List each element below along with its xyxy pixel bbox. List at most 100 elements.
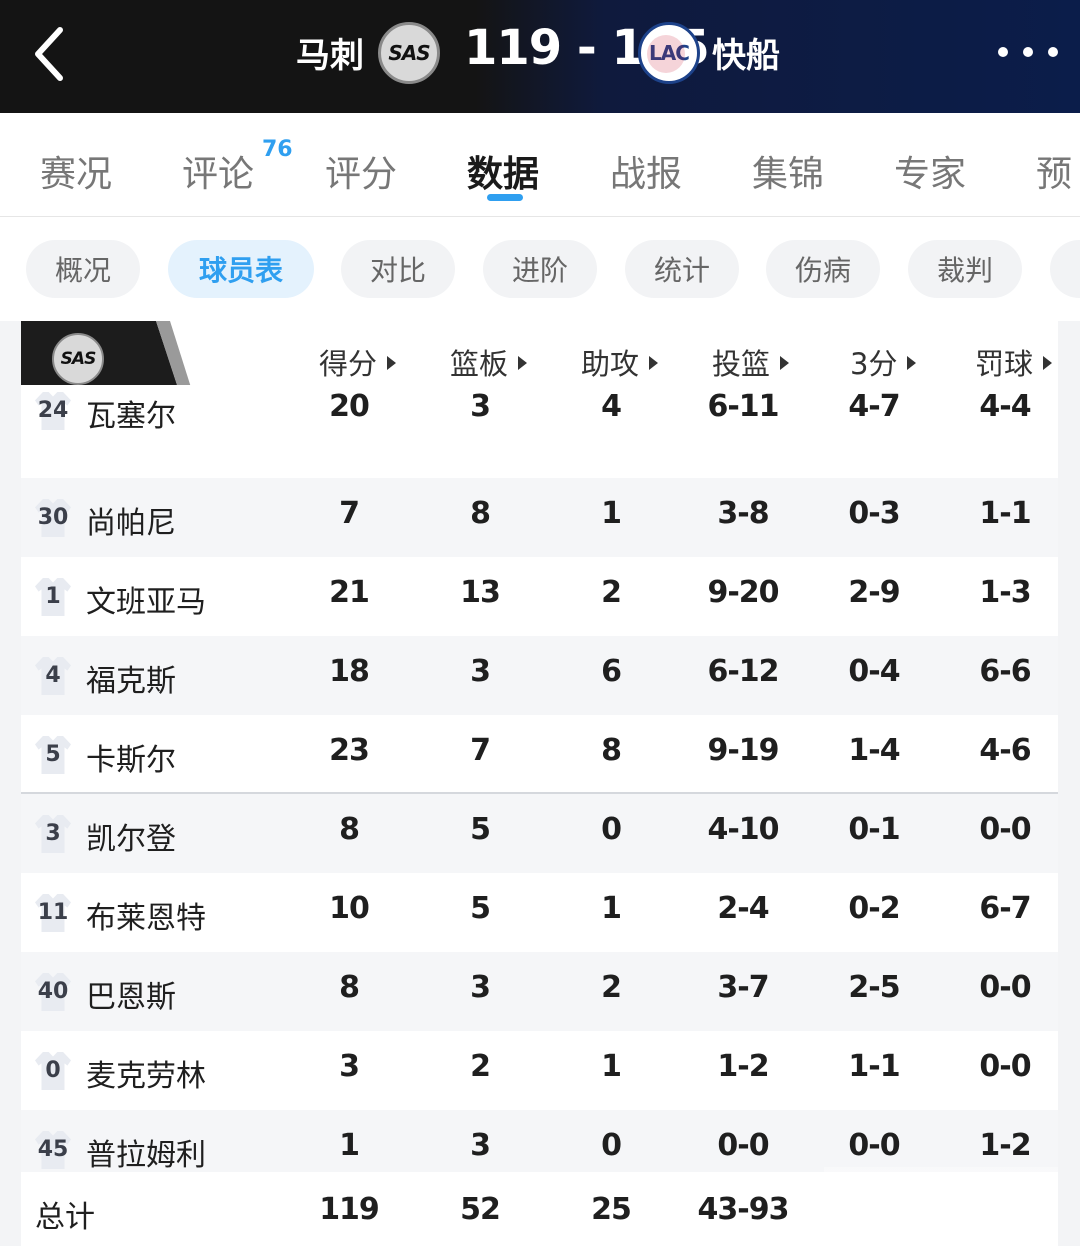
stat-free-throws: 6-7: [979, 891, 1031, 926]
stat-field-goals: 3-8: [717, 496, 769, 531]
stat-assists: 0: [601, 812, 622, 847]
player-stats-table: SAS 得分 篮板 助攻 投篮 3分 罚球 24 瓦塞尔 20 3 4 6-11 4-7 4-…: [21, 321, 1058, 1246]
column-header-points[interactable]: 得分: [319, 341, 397, 383]
column-header-three-pointers[interactable]: 3分: [850, 341, 917, 383]
sub-tab-bar: 概况 球员表 对比 进阶 统计 伤病 裁判: [0, 217, 1080, 321]
stat-points: 20: [329, 389, 370, 424]
stat-field-goals: 4-10: [707, 812, 779, 847]
active-tab-indicator: [487, 194, 523, 201]
table-row[interactable]: 0 麦克劳林 3 2 1 1-2 1-1 0-0: [21, 1031, 1058, 1110]
table-row[interactable]: 1 文班亚马 21 13 2 9-20 2-9 1-3: [21, 557, 1058, 636]
stat-assists: 1: [601, 1049, 622, 1084]
stat-points: 7: [339, 496, 360, 531]
table-row[interactable]: 40 巴恩斯 8 3 2 3-7 2-5 0-0: [21, 952, 1058, 1031]
tab-preview[interactable]: 预: [1036, 145, 1072, 197]
jersey-number-icon: 5: [35, 734, 71, 774]
jersey-number-icon: 45: [35, 1129, 71, 1169]
stat-assists: 1: [601, 496, 622, 531]
away-team-name: 快船: [712, 36, 780, 76]
subtab-injuries[interactable]: 伤病: [766, 240, 880, 298]
stat-three-pointers: 0-3: [848, 496, 900, 531]
column-header-field-goals[interactable]: 投篮: [712, 341, 790, 383]
stat-field-goals: 1-2: [717, 1049, 769, 1084]
sort-arrow-icon: [907, 356, 917, 370]
stat-free-throws: 1-3: [979, 575, 1031, 610]
stat-points: 8: [339, 970, 360, 1005]
stat-rebounds: 2: [470, 1049, 491, 1084]
stat-three-pointers: 0-0: [848, 1128, 900, 1163]
stat-rebounds: 3: [470, 389, 491, 424]
player-name[interactable]: 尚帕尼: [86, 498, 176, 542]
sort-arrow-icon: [518, 356, 528, 370]
column-header-rebounds[interactable]: 篮板: [450, 341, 528, 383]
subtab-compare[interactable]: 对比: [341, 240, 455, 298]
player-name[interactable]: 瓦塞尔: [86, 391, 176, 435]
stat-assists: 2: [601, 970, 622, 1005]
player-name[interactable]: 布莱恩特: [86, 893, 206, 937]
watermark-overlay: [824, 1167, 1058, 1246]
main-tab-bar: 赛况 评论 76 评分 数据 战报 集锦 专家 预: [0, 113, 1080, 217]
table-row[interactable]: 30 尚帕尼 7 8 1 3-8 0-3 1-1: [21, 478, 1058, 557]
stat-free-throws: 6-6: [979, 654, 1031, 689]
player-name[interactable]: 麦克劳林: [86, 1051, 206, 1095]
tab-comments[interactable]: 评论 76: [182, 137, 293, 197]
subtab-advanced[interactable]: 进阶: [483, 240, 597, 298]
stat-points: 3: [339, 1049, 360, 1084]
tab-ratings[interactable]: 评分: [325, 145, 397, 197]
player-name[interactable]: 福克斯: [86, 656, 176, 700]
table-row[interactable]: 11 布莱恩特 10 5 1 2-4 0-2 6-7: [21, 873, 1058, 952]
totals-label: 总计: [35, 1200, 95, 1235]
subtab-more[interactable]: [1050, 240, 1080, 298]
stat-free-throws: 0-0: [979, 970, 1031, 1005]
tab-game-status[interactable]: 赛况: [40, 145, 112, 197]
stat-points: 8: [339, 812, 360, 847]
stat-rebounds: 3: [470, 970, 491, 1005]
more-options-icon[interactable]: [998, 40, 1058, 64]
jersey-number-icon: 0: [35, 1050, 71, 1090]
player-name[interactable]: 文班亚马: [86, 577, 206, 621]
stat-field-goals: 0-0: [717, 1128, 769, 1163]
stat-field-goals: 3-7: [717, 970, 769, 1005]
subtab-statistics[interactable]: 统计: [625, 240, 739, 298]
tab-data[interactable]: 数据: [467, 145, 539, 197]
stat-field-goals: 6-12: [707, 654, 779, 689]
tab-report[interactable]: 战报: [610, 145, 682, 197]
jersey-number-icon: 40: [35, 971, 71, 1011]
subtab-referees[interactable]: 裁判: [908, 240, 1022, 298]
jersey-number-icon: 11: [35, 892, 71, 932]
player-name[interactable]: 凯尔登: [86, 814, 176, 858]
stat-three-pointers: 0-1: [848, 812, 900, 847]
total-points: 119: [319, 1192, 380, 1227]
subtab-overview[interactable]: 概况: [26, 240, 140, 298]
stat-free-throws: 1-1: [979, 496, 1031, 531]
stat-field-goals: 9-20: [707, 575, 779, 610]
stat-free-throws: 0-0: [979, 1049, 1031, 1084]
table-row[interactable]: 4 福克斯 18 3 6 6-12 0-4 6-6: [21, 636, 1058, 715]
stat-three-pointers: 2-5: [848, 970, 900, 1005]
stat-points: 21: [329, 575, 370, 610]
stat-points: 1: [339, 1128, 360, 1163]
table-row[interactable]: 24 瓦塞尔 20 3 4 6-11 4-7 4-4: [21, 385, 1058, 450]
tab-experts[interactable]: 专家: [894, 145, 966, 197]
stat-rebounds: 7: [470, 733, 491, 768]
jersey-number-icon: 4: [35, 655, 71, 695]
tab-highlights[interactable]: 集锦: [752, 145, 824, 197]
stat-three-pointers: 0-2: [848, 891, 900, 926]
subtab-player-stats[interactable]: 球员表: [168, 240, 314, 298]
stat-free-throws: 1-2: [979, 1128, 1031, 1163]
column-header-free-throws[interactable]: 罚球: [975, 341, 1053, 383]
stat-assists: 6: [601, 654, 622, 689]
table-row[interactable]: 3 凯尔登 8 5 0 4-10 0-1 0-0: [21, 794, 1058, 873]
table-row[interactable]: 5 卡斯尔 23 7 8 9-19 1-4 4-6: [21, 715, 1058, 794]
stat-assists: 8: [601, 733, 622, 768]
stat-three-pointers: 1-4: [848, 733, 900, 768]
player-name[interactable]: 普拉姆利: [86, 1130, 206, 1174]
column-header-assists[interactable]: 助攻: [581, 341, 659, 383]
jersey-number-icon: 24: [35, 390, 71, 430]
player-name[interactable]: 卡斯尔: [86, 735, 176, 779]
player-name[interactable]: 巴恩斯: [86, 972, 176, 1016]
stat-field-goals: 6-11: [707, 389, 779, 424]
back-arrow-icon[interactable]: [30, 24, 70, 84]
stat-rebounds: 3: [470, 654, 491, 689]
stat-assists: 1: [601, 891, 622, 926]
